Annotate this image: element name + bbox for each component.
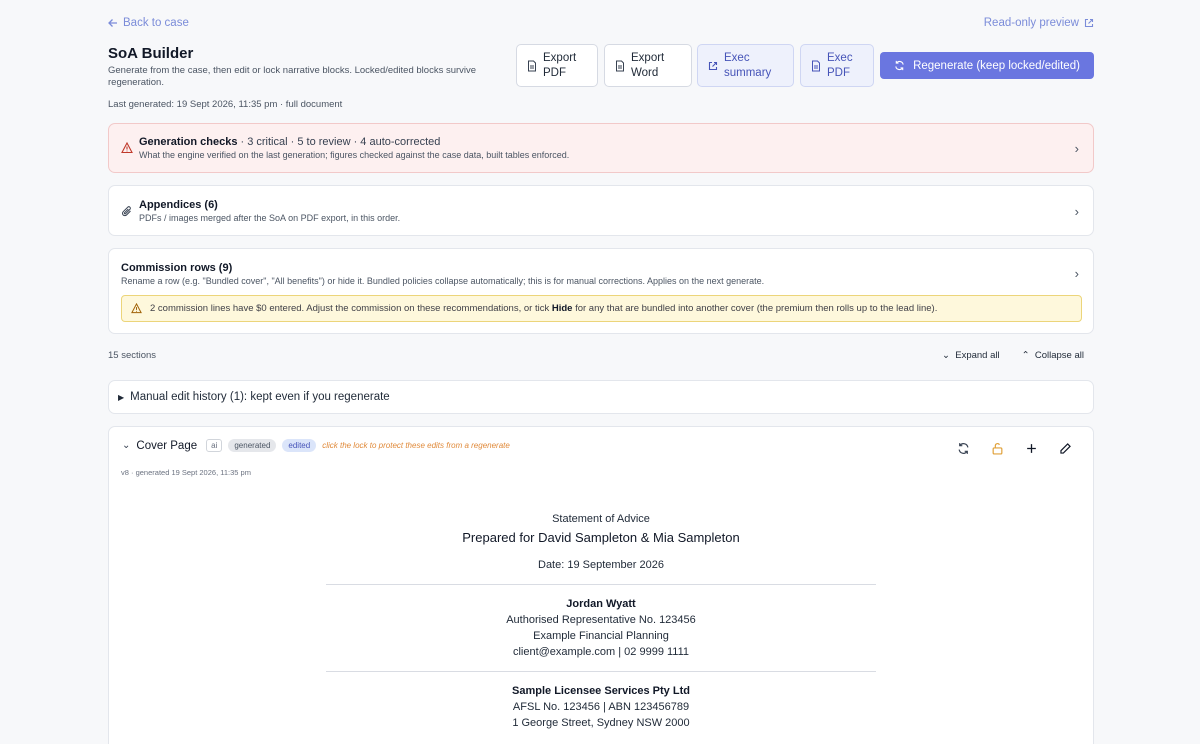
doc-heading: Statement of Advice <box>552 513 650 525</box>
exec-pdf-label: Exec PDF <box>827 51 853 79</box>
warning-text-pre: 2 commission lines have $0 entered. Adju… <box>150 303 550 314</box>
licensee-name: Sample Licensee Services Pty Ltd <box>512 685 690 697</box>
collapse-all-label: Collapse all <box>1034 350 1084 361</box>
unlock-icon <box>992 443 1003 455</box>
edited-badge: edited <box>282 439 317 452</box>
edit-history-card[interactable]: ▶ Manual edit history (1): kept even if … <box>108 380 1094 414</box>
document-icon <box>528 60 536 71</box>
checks-subtitle: What the engine verified on the last gen… <box>139 150 570 160</box>
edit-history-label: Manual edit history (1): kept even if yo… <box>130 391 390 403</box>
ai-badge: ai <box>206 439 223 452</box>
appendices-card[interactable]: Appendices (6) PDFs / images merged afte… <box>108 185 1094 236</box>
lock-section-button[interactable] <box>991 442 1005 456</box>
chevron-down-icon: ⌄ <box>942 350 950 361</box>
chevron-right-icon[interactable]: › <box>1075 204 1079 219</box>
chevron-down-icon[interactable]: ⌄ <box>122 440 130 451</box>
doc-date: Date: 19 September 2026 <box>538 559 664 571</box>
chevron-right-icon[interactable]: › <box>1075 141 1079 156</box>
doc-prepared-for: Prepared for David Sampleton & Mia Sampl… <box>462 530 740 545</box>
arrow-left-icon <box>108 19 117 27</box>
edit-section-button[interactable] <box>1059 442 1073 456</box>
commission-rows-card[interactable]: Commission rows (9) Rename a row (e.g. "… <box>108 248 1094 334</box>
divider <box>326 671 876 672</box>
pencil-icon <box>1060 443 1071 454</box>
plus-icon <box>1027 444 1036 453</box>
top-bar: Back to case Read-only preview <box>108 17 1094 33</box>
adviser-name: Jordan Wyatt <box>566 598 636 610</box>
last-generated: Last generated: 19 Sept 2026, 11:35 pm ·… <box>108 99 343 110</box>
sections-count: 15 sections <box>108 350 157 361</box>
read-only-preview-link[interactable]: Read-only preview <box>984 17 1094 29</box>
divider <box>326 584 876 585</box>
back-label: Back to case <box>123 17 189 29</box>
licensee-afsl: AFSL No. 123456 | ABN 123456789 <box>512 701 690 713</box>
regenerate-label: Regenerate (keep locked/edited) <box>913 59 1080 72</box>
external-link-icon <box>708 61 718 70</box>
exec-pdf-button[interactable]: Exec PDF <box>800 44 874 87</box>
caret-right-icon: ▶ <box>118 392 125 402</box>
checks-title: Generation checks <box>139 136 238 148</box>
generated-badge: generated <box>228 439 277 452</box>
adviser-role: Authorised Representative No. 123456 <box>506 614 696 626</box>
expand-all-label: Expand all <box>955 350 1000 361</box>
commission-title: Commission rows (9) <box>121 262 233 274</box>
lock-hint: click the lock to protect these edits fr… <box>322 441 510 450</box>
export-word-label: Export Word <box>631 51 665 79</box>
external-link-icon <box>1084 18 1094 28</box>
collapse-all-button[interactable]: ⌃ Collapse all <box>1022 350 1084 361</box>
page-title: SoA Builder <box>108 45 194 62</box>
adviser-contact: client@example.com | 02 9999 1111 <box>512 646 690 658</box>
sections-toolbar: 15 sections ⌄ Expand all ⌃ Collapse all <box>108 350 1094 364</box>
export-pdf-button[interactable]: Export PDF <box>516 44 598 87</box>
regenerate-section-button[interactable] <box>957 442 971 456</box>
section-actions <box>957 442 1073 456</box>
refresh-icon <box>895 60 904 71</box>
export-pdf-label: Export PDF <box>543 51 577 79</box>
warning-triangle-icon <box>131 303 142 314</box>
cover-document: Statement of Advice Prepared for David S… <box>109 513 1093 729</box>
document-icon <box>616 60 624 71</box>
regenerate-button[interactable]: Regenerate (keep locked/edited) <box>880 52 1094 79</box>
warning-hide-keyword: Hide <box>551 303 573 314</box>
commission-warning: 2 commission lines have $0 entered. Adju… <box>121 295 1082 322</box>
refresh-icon <box>958 443 969 454</box>
warning-triangle-icon <box>121 142 133 154</box>
chevron-up-icon: ⌃ <box>1021 350 1030 361</box>
warning-text-post: for any that are bundled into another co… <box>575 303 938 314</box>
section-meta: v8 · generated 19 Sept 2026, 11:35 pm <box>121 468 251 477</box>
appendices-title: Appendices (6) <box>139 199 218 211</box>
commission-subtitle: Rename a row (e.g. "Bundled cover", "All… <box>121 276 765 286</box>
back-to-case-link[interactable]: Back to case <box>108 17 189 29</box>
cover-page-section: ⌄ Cover Page ai generated edited click t… <box>108 426 1094 744</box>
exec-summary-label: Exec summary <box>724 51 772 79</box>
export-word-button[interactable]: Export Word <box>604 44 692 87</box>
section-title: Cover Page <box>136 439 198 452</box>
add-block-button[interactable] <box>1025 442 1039 456</box>
appendices-subtitle: PDFs / images merged after the SoA on PD… <box>139 213 401 223</box>
paperclip-icon <box>122 206 131 217</box>
checks-summary: · 3 critical · 5 to review · 4 auto-corr… <box>240 136 441 148</box>
generation-checks-card[interactable]: Generation checks · 3 critical · 5 to re… <box>108 123 1094 173</box>
chevron-right-icon[interactable]: › <box>1075 266 1079 281</box>
licensee-address: 1 George Street, Sydney NSW 2000 <box>512 717 690 729</box>
read-only-label: Read-only preview <box>983 17 1079 29</box>
expand-all-button[interactable]: ⌄ Expand all <box>942 350 1000 361</box>
exec-summary-button[interactable]: Exec summary <box>697 44 794 87</box>
document-icon <box>812 60 820 71</box>
page-subtitle: Generate from the case, then edit or loc… <box>108 65 477 88</box>
practice-name: Example Financial Planning <box>533 630 669 642</box>
